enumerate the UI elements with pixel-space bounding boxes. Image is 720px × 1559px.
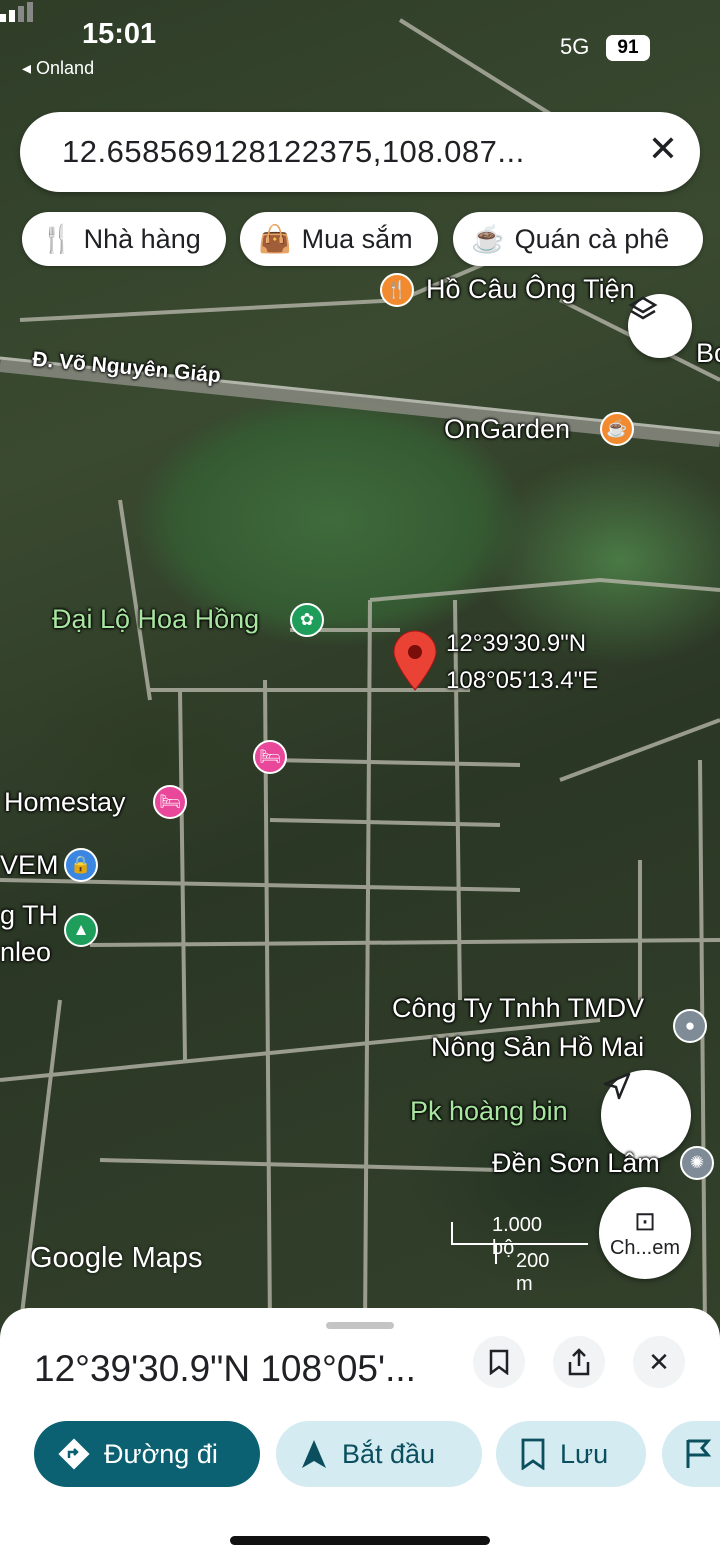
close-icon: ✕ [648,1346,670,1377]
save-button[interactable] [473,1336,525,1388]
bookmark-icon [489,1349,509,1375]
park-pin-icon[interactable]: ✿ [290,603,324,637]
place-label-edge: Bo [696,338,720,368]
flag-icon [686,1439,712,1468]
navigation-arrow-icon [603,1072,631,1100]
navigation-arrow-icon [302,1440,326,1468]
place-label-ho-cau[interactable]: Hồ Câu Ông Tiện [426,274,635,305]
chip-shopping[interactable]: 👜 Mua sắm [240,212,438,266]
place-label-ongarden[interactable]: OnGarden [444,414,570,445]
google-maps-logo: Google Maps [30,1242,203,1274]
chip-restaurants[interactable]: 🍴 Nhà hàng [22,212,226,266]
share-button[interactable] [553,1336,605,1388]
chip-coffee[interactable]: ☕ Quán cà phê [453,212,703,266]
temple-pin-icon[interactable]: ✺ [680,1146,714,1180]
signal-icon [0,2,33,22]
start-label: Bắt đầu [342,1438,436,1469]
dropped-pin-lat: 12°39'30.9"N [446,630,587,657]
back-to-app-link[interactable]: ◂ Onland [22,58,94,79]
chip-label: Mua sắm [301,223,413,254]
battery-level: 91 [606,35,650,61]
save-label: Lưu [560,1438,609,1469]
status-time: 15:01 [82,18,157,50]
directions-label: Đường đi [104,1438,218,1469]
place-title: 12°39'30.9"N 108°05'... [34,1348,416,1389]
chip-label: Nhà hàng [83,223,201,254]
place-sheet[interactable]: 12°39'30.9"N 108°05'... ✕ Đường đi Bắt đ… [0,1308,720,1559]
place-label-dai-lo[interactable]: Đại Lộ Hoa Hồng [52,604,259,635]
layers-button[interactable] [628,294,692,358]
directions-icon [58,1438,90,1470]
network-type: 5G [560,34,590,59]
home-indicator[interactable] [230,1536,490,1545]
place-label-pk[interactable]: Pk hoàng bin [410,1096,568,1127]
hotel-pin-icon[interactable]: 🛏 [153,785,187,819]
my-location-button[interactable] [601,1070,691,1160]
dropped-pin-icon[interactable] [392,630,438,692]
drag-handle[interactable] [326,1322,394,1329]
coffee-pin-icon[interactable]: ☕ [600,412,634,446]
place-label-cong-ty-1[interactable]: Công Ty Tnhh TMDV [392,993,644,1024]
search-query[interactable]: 12.658569128122375,108.087... [62,134,525,170]
hotel-pin-icon[interactable]: 🛏 [253,740,287,774]
place-label-th-1[interactable]: g TH [0,900,58,931]
restaurant-icon: 🍴 [40,224,74,254]
search-bar[interactable]: 12.658569128122375,108.087... ✕ [20,112,700,192]
save-action-button[interactable]: Lưu [496,1421,646,1487]
place-label-den[interactable]: Đền Sơn Lâm [492,1148,660,1179]
place-label-th-2[interactable]: nleo [0,937,51,968]
start-button[interactable]: Bắt đầu [276,1421,482,1487]
status-bar: 15:01 ◂ Onland 5G 91 [0,0,720,95]
lock-pin-icon[interactable]: 🔒 [64,848,98,882]
dropped-pin-lon: 108°05'13.4"E [446,667,599,694]
scale-metric: 200 m [516,1250,550,1295]
camera-label: Ch...em [609,1237,681,1259]
camera-search-button[interactable]: ⊡ Ch...em [599,1187,691,1279]
camera-icon: ⊡ [634,1206,656,1236]
tree-pin-icon[interactable]: ▲ [64,913,98,947]
share-icon [568,1348,590,1376]
more-action-button[interactable] [662,1421,720,1487]
place-label-homestay[interactable]: Homestay [4,787,126,818]
directions-button[interactable]: Đường đi [34,1421,260,1487]
place-label-cong-ty-2[interactable]: Nông Sản Hồ Mai [431,1032,644,1063]
chip-label: Quán cà phê [514,223,670,254]
satellite-map[interactable]: 15:01 ◂ Onland 5G 91 12.658569128122375,… [0,0,720,1330]
restaurant-pin-icon[interactable]: 🍴 [380,273,414,307]
location-pin-icon[interactable]: ● [673,1009,707,1043]
shopping-bag-icon: 👜 [258,224,292,254]
close-icon[interactable]: ✕ [648,128,678,170]
close-sheet-button[interactable]: ✕ [633,1336,685,1388]
place-label-vem[interactable]: VEM [0,850,59,881]
coffee-icon: ☕ [471,224,505,254]
bookmark-icon [521,1438,545,1470]
